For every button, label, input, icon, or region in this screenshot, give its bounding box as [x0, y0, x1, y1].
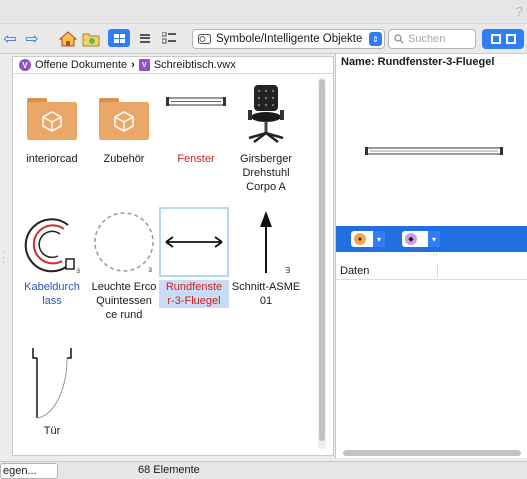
door-icon: [17, 345, 87, 421]
office-chair-icon: [231, 79, 301, 149]
library-select[interactable]: Symbole/Intelligente Objekte ⇕: [192, 29, 385, 49]
vwx-file-icon: V: [138, 59, 150, 71]
search-icon: [394, 34, 404, 44]
cable-port-icon: ∃: [17, 207, 87, 277]
item-count: 68 Elemente: [138, 464, 200, 476]
grid-view-button[interactable]: [108, 29, 130, 47]
breadcrumb-root[interactable]: Offene Dokumente: [35, 59, 127, 71]
detail-list-icon: [162, 32, 176, 44]
item-label: Rundfenste r-3-Fluegel: [159, 280, 229, 308]
vertical-scrollbar[interactable]: [318, 77, 326, 449]
item-label: Kabeldurch lass: [24, 281, 80, 307]
horizontal-scrollbar[interactable]: [343, 450, 521, 456]
library-select-label: Symbole/Intelligente Objekte: [216, 33, 363, 45]
resource-item-kabeldurchlass[interactable]: ∃ Kabeldurch lass: [17, 207, 87, 308]
list-view-button[interactable]: [134, 29, 156, 47]
favorites-button[interactable]: [80, 29, 102, 49]
item-label: Leuchte Erco Quintessen ce rund: [91, 281, 157, 321]
chevron-down-icon: ▾: [428, 231, 440, 247]
forward-arrow-icon[interactable]: ⇨: [24, 29, 40, 49]
section-marker-icon: ∃: [231, 207, 301, 277]
resource-item-schnitt[interactable]: ∃ Schnitt-ASME 01: [231, 207, 301, 308]
round-window-icon: [159, 207, 229, 277]
view-mode-icon: ◆: [405, 233, 417, 245]
help-icon[interactable]: ?: [516, 4, 523, 19]
list-icon: [140, 33, 150, 43]
view-mode-button[interactable]: ◆ ▾: [402, 231, 440, 247]
item-label: Schnitt-ASME 01: [231, 281, 301, 307]
resource-item-tuer[interactable]: Tür: [17, 345, 87, 438]
folder-star-icon: [82, 33, 100, 47]
toolbar: ⇦ ⇨ Symbole/Intelligente Objekte ⇕ Suche…: [0, 24, 527, 54]
item-label: Girsberger Drehstuhl Corpo A: [240, 153, 292, 193]
panel-layout-button[interactable]: [482, 29, 524, 49]
title-bar: ?: [0, 0, 527, 24]
breadcrumb-separator: ›: [131, 59, 135, 71]
panel-left-icon: [490, 34, 501, 44]
status-bar: egen... 68 Elemente: [0, 461, 527, 479]
resize-grip-left[interactable]: · · ·: [2, 248, 5, 267]
breadcrumb-file[interactable]: Schreibtisch.vwx: [154, 59, 236, 71]
data-header-label: Daten: [340, 265, 370, 277]
data-column-header: Daten: [336, 262, 527, 280]
preview-pane: Name: Rundfenster-3-Fluegel ● ▾ ◆ ▾ ··· …: [335, 54, 527, 458]
svg-text:∃: ∃: [148, 267, 152, 274]
preview-name: Name: Rundfenster-3-Fluegel: [341, 56, 495, 68]
resource-item-rundfenster[interactable]: Rundfenste r-3-Fluegel: [159, 207, 229, 308]
resource-browser-pane: V Offene Dokumente › V Schreibtisch.vwx …: [12, 56, 334, 456]
search-placeholder: Suchen: [408, 33, 446, 45]
chevron-down-icon: ▾: [373, 231, 385, 247]
item-label: Tür: [43, 425, 61, 437]
grid-icon: [113, 33, 125, 43]
resource-item-leuchte[interactable]: ∃ Leuchte Erco Quintessen ce rund: [89, 207, 159, 322]
window-symbol-icon: [161, 79, 231, 149]
round-window-preview-icon: [365, 147, 503, 155]
home-icon: [59, 31, 77, 47]
scrollbar-thumb[interactable]: [319, 79, 325, 441]
resource-item-interiorcad[interactable]: interiorcad: [17, 79, 87, 166]
chevron-updown-icon: ⇕: [369, 32, 382, 46]
home-button[interactable]: [57, 29, 79, 49]
round-lamp-icon: ∃: [89, 207, 159, 277]
breadcrumb: V Offene Dokumente › V Schreibtisch.vwx: [13, 57, 333, 74]
pane-divider-grip[interactable]: ···: [429, 250, 438, 259]
search-input[interactable]: Suchen: [388, 29, 476, 49]
symbol-library-icon: [198, 34, 211, 44]
folder-icon: [89, 79, 159, 149]
back-arrow-icon[interactable]: ⇦: [2, 29, 18, 49]
item-label: interiorcad: [26, 153, 78, 165]
resource-item-drehstuhl[interactable]: Girsberger Drehstuhl Corpo A: [231, 79, 301, 194]
vectorworks-icon: V: [19, 59, 31, 71]
folder-icon: [17, 79, 87, 149]
render-mode-button[interactable]: ● ▾: [351, 231, 385, 247]
resource-item-zubehoer[interactable]: Zubehör: [89, 79, 159, 166]
render-mode-icon: ●: [354, 233, 366, 245]
svg-text:∃: ∃: [285, 266, 290, 275]
svg-text:∃: ∃: [76, 268, 80, 275]
column-divider[interactable]: [437, 264, 438, 278]
resource-item-fenster[interactable]: Fenster: [161, 79, 231, 166]
status-action-button[interactable]: egen...: [0, 463, 58, 479]
item-label: Zubehör: [103, 153, 145, 165]
item-label: Fenster: [177, 153, 215, 165]
panel-right-icon: [505, 34, 516, 44]
detail-view-button[interactable]: [158, 29, 180, 47]
